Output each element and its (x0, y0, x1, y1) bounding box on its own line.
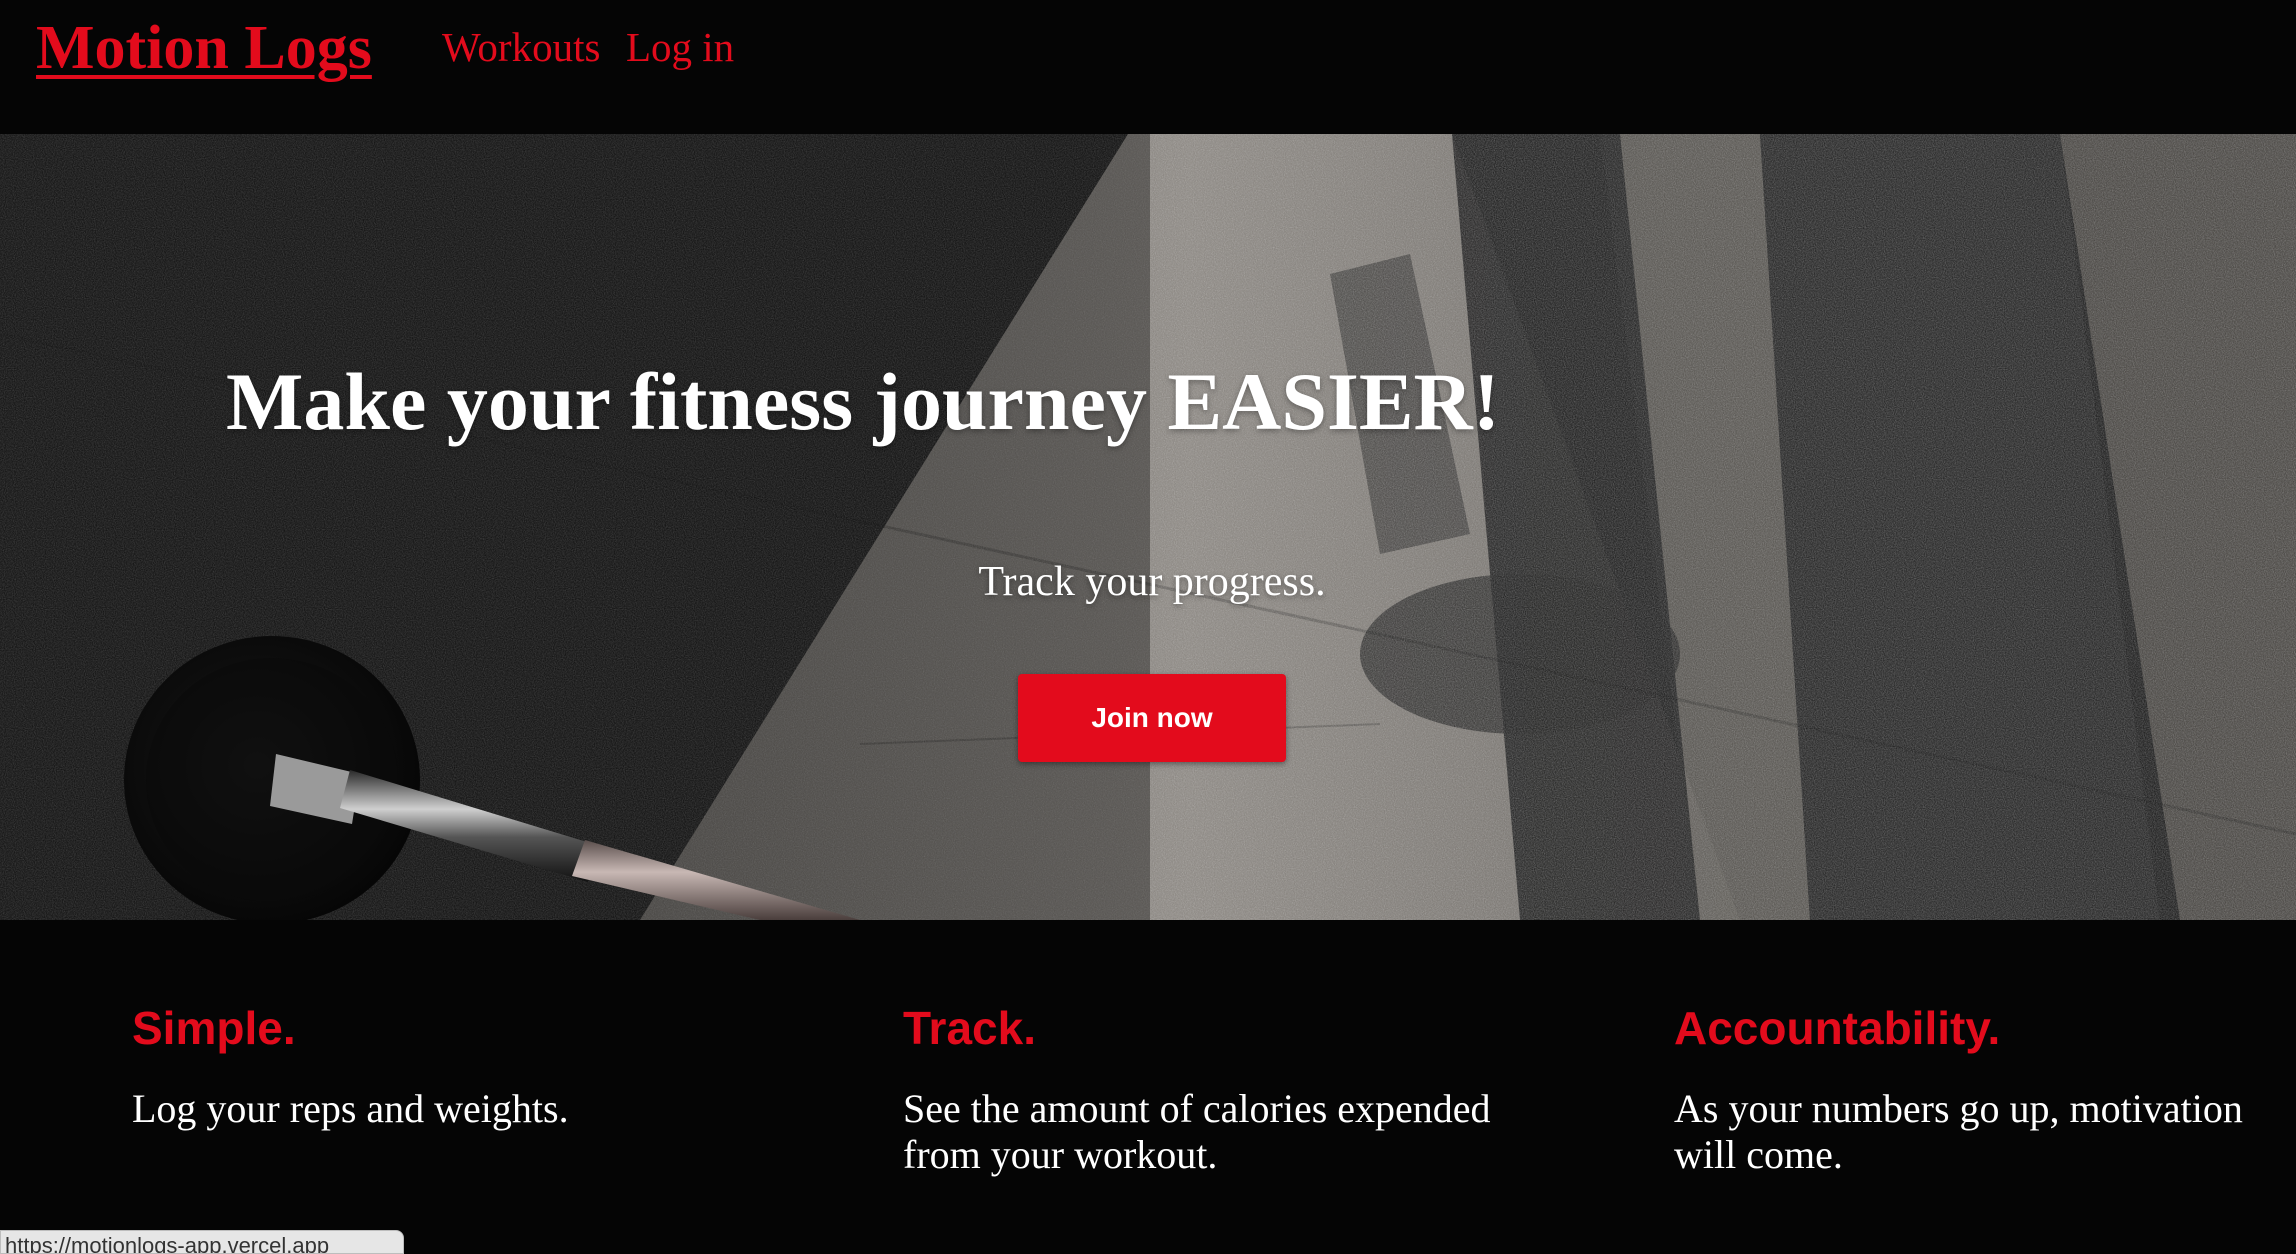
hero-subtitle: Track your progress. (978, 559, 1326, 605)
navbar: Motion Logs Workouts Log in (0, 0, 2296, 134)
brand-logo-link[interactable]: Motion Logs (36, 10, 372, 86)
feature-title: Track. (903, 1002, 1036, 1054)
join-now-button[interactable]: Join now (1018, 674, 1286, 762)
nav-link-workouts[interactable]: Workouts (442, 20, 600, 74)
hero-section: Make your fitness journey EASIER! Track … (0, 134, 2296, 920)
feature-track: Track. See the amount of calories expend… (903, 1000, 1523, 1178)
feature-title: Simple. (132, 1002, 296, 1054)
hero-title: Make your fitness journey EASIER! (226, 356, 1501, 447)
hero-background-photo (0, 134, 2296, 920)
feature-description: See the amount of calories expended from… (903, 1086, 1491, 1177)
features-section: Simple. Log your reps and weights. Track… (0, 920, 2296, 1248)
feature-description: Log your reps and weights. (132, 1086, 569, 1131)
nav-link-log-in[interactable]: Log in (626, 20, 734, 74)
feature-accountability: Accountability. As your numbers go up, m… (1674, 1000, 2294, 1178)
feature-description: As your numbers go up, motivation will c… (1674, 1086, 2243, 1177)
feature-simple: Simple. Log your reps and weights. (132, 1000, 752, 1132)
feature-title: Accountability. (1674, 1002, 2001, 1054)
status-bar-url: https://motionlogs-app.vercel.app (0, 1230, 404, 1254)
